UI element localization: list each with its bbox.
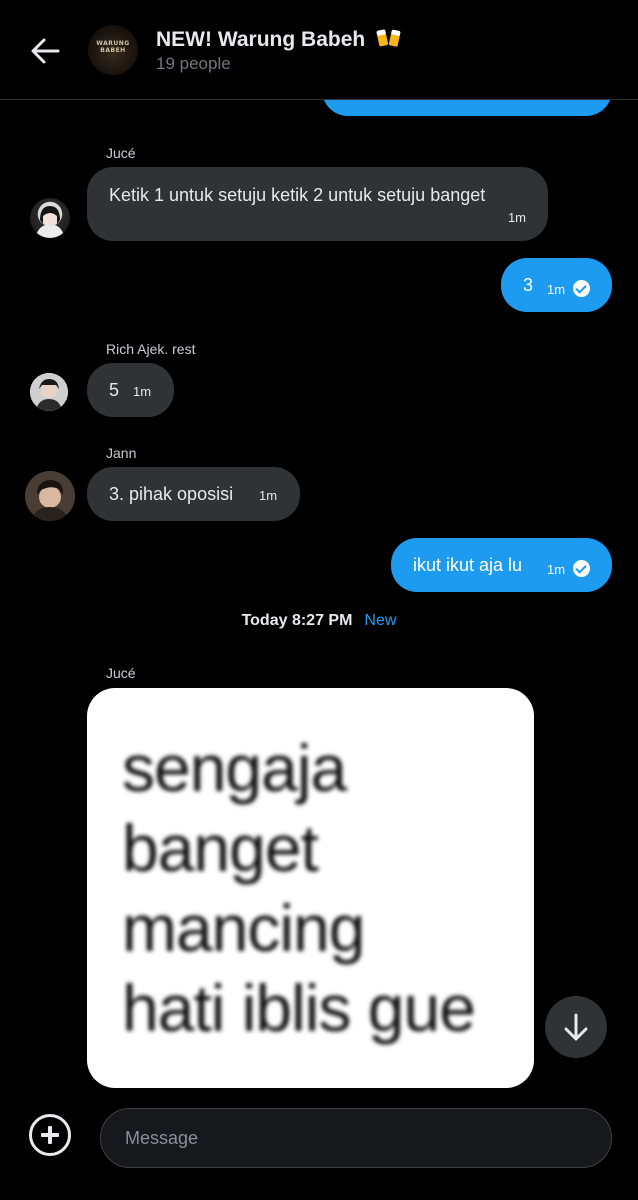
- new-label: New: [364, 612, 397, 629]
- message-time: 1m: [547, 562, 566, 577]
- group-avatar[interactable]: WARUNG BABEH: [88, 25, 138, 75]
- user-avatar[interactable]: [25, 471, 75, 521]
- message-time: 1m: [547, 282, 566, 297]
- image-message[interactable]: sengaja banget mancing hati iblis gue: [87, 688, 534, 1088]
- group-title[interactable]: NEW! Warung Babeh: [156, 27, 403, 52]
- message-composer: [0, 1092, 638, 1200]
- sender-name: Jucé: [106, 145, 136, 161]
- avatar-portrait-icon: [25, 471, 75, 521]
- message-text: 3. pihak oposisi: [109, 484, 234, 504]
- meme-line: hati iblis gue: [122, 971, 476, 1045]
- group-title-text: NEW! Warung Babeh: [156, 28, 366, 51]
- sent-check-icon: [573, 280, 591, 297]
- incoming-message[interactable]: 5 1m: [87, 363, 174, 417]
- meme-image-text: sengaja banget mancing hati iblis gue: [122, 728, 476, 1048]
- avatar-portrait-icon: [30, 373, 68, 411]
- message-text: Ketik 1 untuk setuju ketik 2 untuk setuj…: [109, 185, 486, 205]
- message-meta: 1m: [547, 558, 591, 579]
- message-meta: 1m: [547, 278, 591, 299]
- meme-line: banget: [122, 811, 319, 885]
- meme-line: mancing: [122, 891, 365, 965]
- sender-name: Rich Ajek. rest: [106, 341, 196, 357]
- user-avatar[interactable]: [30, 198, 70, 238]
- message-text: ikut ikut aja lu: [413, 555, 523, 575]
- meme-line: sengaja: [122, 731, 347, 805]
- add-attachment-button[interactable]: [29, 1114, 71, 1156]
- back-arrow-icon[interactable]: [28, 34, 62, 68]
- outgoing-message[interactable]: 3 1m: [501, 258, 612, 312]
- chat-header: WARUNG BABEH NEW! Warung Babeh 19 people: [0, 0, 638, 100]
- avatar-portrait-icon: [36, 206, 64, 238]
- new-messages-divider: Today 8:27 PM New: [0, 612, 638, 630]
- user-avatar[interactable]: [30, 373, 68, 411]
- divider-timestamp: Today 8:27 PM: [241, 612, 353, 629]
- message-input[interactable]: [100, 1108, 612, 1168]
- group-avatar-logo: WARUNG BABEH: [96, 40, 130, 54]
- group-member-count[interactable]: 19 people: [156, 54, 231, 74]
- sender-name: Jann: [106, 445, 137, 461]
- sent-check-icon: [573, 560, 591, 577]
- message-time: 1m: [507, 210, 526, 225]
- outgoing-message[interactable]: ikut ikut aja lu 1m: [391, 538, 612, 592]
- message-time: 1m: [259, 488, 278, 503]
- scroll-to-bottom-button[interactable]: [545, 996, 607, 1058]
- message-text: 3: [523, 275, 534, 295]
- sender-name: Jucé: [106, 665, 136, 681]
- message-time: 1m: [133, 384, 152, 399]
- arrow-down-icon: [564, 1013, 588, 1041]
- incoming-message[interactable]: Ketik 1 untuk setuju ketik 2 untuk setuj…: [87, 167, 548, 241]
- incoming-message[interactable]: 3. pihak oposisi 1m: [87, 467, 300, 521]
- message-text: 5: [109, 380, 120, 400]
- beer-mugs-icon: [376, 29, 401, 47]
